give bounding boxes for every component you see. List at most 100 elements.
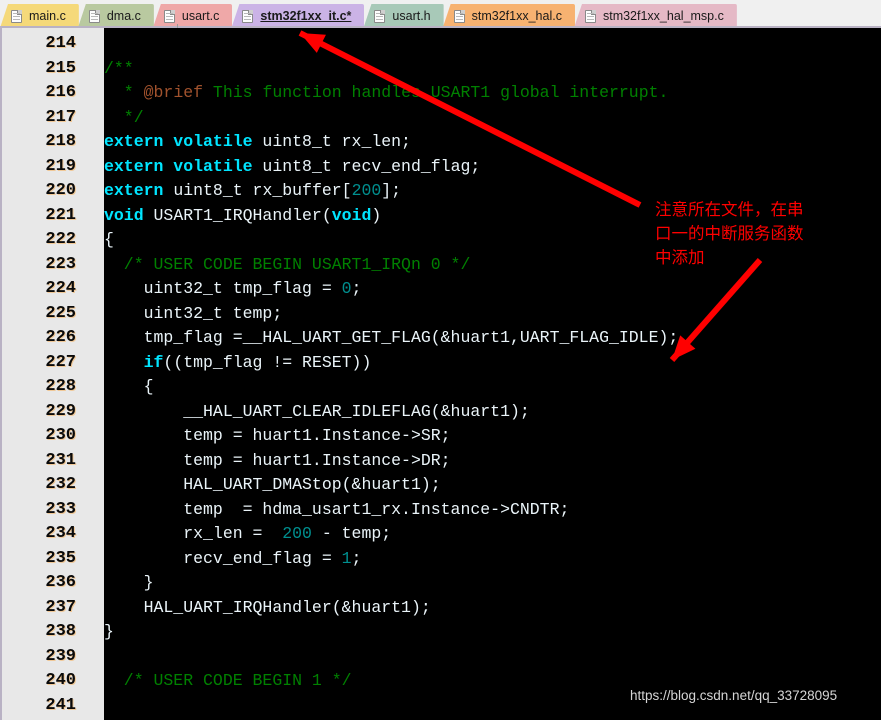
code-line: }: [104, 571, 154, 595]
code-token: HAL_UART_DMAStop(&huart1);: [104, 475, 441, 494]
watermark: https://blog.csdn.net/qq_33728095: [630, 688, 838, 703]
code-token: tmp_flag =__HAL_UART_GET_FLAG(&huart1,UA…: [104, 328, 679, 347]
file-icon: [11, 9, 22, 23]
line-number: 224: [45, 279, 76, 298]
code-token: HAL_UART_IRQHandler(&huart1);: [104, 598, 431, 617]
code-line: extern uint8_t rx_buffer[200];: [104, 179, 401, 203]
line-number: 216: [45, 83, 76, 102]
code-token: - temp;: [311, 524, 392, 543]
editor-tab-usart-c[interactable]: usart.c: [152, 4, 233, 28]
line-number: 214: [45, 34, 76, 53]
code-token: /* USER CODE BEGIN USART1_IRQn 0 */: [104, 255, 471, 274]
line-number: 235: [45, 549, 76, 568]
code-line: /* USER CODE BEGIN USART1_IRQn 0 */: [104, 253, 471, 277]
editor-tab-stm32f1xx-hal-msp-c[interactable]: stm32f1xx_hal_msp.c: [573, 4, 737, 28]
line-number: 231: [45, 451, 76, 470]
line-number: 230: [45, 426, 76, 445]
code-text-area[interactable]: /** * @brief This function handles USART…: [104, 28, 881, 720]
line-number: 237: [45, 598, 76, 617]
code-token: /**: [104, 59, 134, 78]
code-token: 200: [282, 524, 312, 543]
code-token: This function handles USART1 global inte…: [203, 83, 669, 102]
annotation-note: 注意所在文件，在串 口一的中断服务函数 中添加: [655, 200, 804, 267]
code-line: tmp_flag =__HAL_UART_GET_FLAG(&huart1,UA…: [104, 326, 679, 350]
code-line: */: [104, 106, 144, 130]
code-line: {: [104, 375, 154, 399]
line-number: 238: [45, 622, 76, 641]
code-line: uint32_t tmp_flag = 0;: [104, 277, 362, 301]
code-token: extern volatile: [104, 157, 253, 176]
line-number: 223: [45, 255, 76, 274]
code-token: /* USER CODE BEGIN 1 */: [104, 671, 352, 690]
code-line: if((tmp_flag != RESET)): [104, 351, 372, 375]
editor-tab-bar: main.c dma.c usart.c stm32f1xx_it.c* usart.h…: [0, 0, 881, 28]
code-token: __HAL_UART_CLEAR_IDLEFLAG(&huart1);: [104, 402, 530, 421]
editor-tab-main-c[interactable]: main.c: [0, 4, 79, 28]
line-number: 222: [45, 230, 76, 249]
code-line: extern volatile uint8_t rx_len;: [104, 130, 411, 154]
file-icon: [453, 9, 465, 23]
code-line: rx_len = 200 - temp;: [104, 522, 391, 546]
code-line: }: [104, 620, 114, 644]
code-token: 0: [341, 279, 352, 298]
line-number: 229: [45, 402, 76, 421]
file-icon: [584, 9, 596, 23]
line-number: 217: [45, 108, 76, 127]
line-number: 241: [45, 696, 76, 715]
code-token: if: [143, 353, 164, 372]
code-token: 200: [351, 181, 382, 200]
file-icon: [242, 9, 254, 23]
line-number: 232: [45, 475, 76, 494]
editor-tab-label: dma.c: [106, 9, 141, 23]
line-number: 220: [45, 181, 76, 200]
code-token: void: [104, 206, 144, 225]
code-line: HAL_UART_DMAStop(&huart1);: [104, 473, 441, 497]
file-icon: [88, 9, 100, 23]
code-token: ;: [351, 549, 362, 568]
code-token: temp = huart1.Instance->DR;: [104, 451, 451, 470]
file-icon: [374, 9, 386, 23]
fold-margin: [84, 24, 184, 720]
editor-tab-stm32f1xx-hal-c[interactable]: stm32f1xx_hal.c: [442, 4, 575, 28]
code-line: * @brief This function handles USART1 gl…: [104, 81, 669, 105]
line-number: 233: [45, 500, 76, 519]
line-number: 236: [45, 573, 76, 592]
code-token: void: [331, 206, 372, 225]
code-token: temp = hdma_usart1_rx.Instance->CNDTR;: [104, 500, 570, 519]
code-line: {: [104, 228, 114, 252]
line-number: 225: [45, 304, 76, 323]
code-line: __HAL_UART_CLEAR_IDLEFLAG(&huart1);: [104, 400, 530, 424]
code-line: extern volatile uint8_t recv_end_flag;: [104, 155, 480, 179]
code-token: USART1_IRQHandler(: [143, 206, 332, 225]
code-token: *: [104, 83, 144, 102]
code-line: void USART1_IRQHandler(void): [104, 204, 381, 228]
tab-strip: main.c dma.c usart.c stm32f1xx_it.c* usart.h…: [0, 2, 737, 28]
line-number: 228: [45, 377, 76, 396]
code-editor-window: main.c dma.c usart.c stm32f1xx_it.c* usart.h…: [0, 0, 881, 720]
line-number: 226: [45, 328, 76, 347]
line-number: 221: [45, 206, 76, 225]
editor-tab-stm32f1xx-it-c[interactable]: stm32f1xx_it.c*: [231, 4, 365, 28]
code-token: uint32_t tmp_flag =: [104, 279, 342, 298]
code-token: uint32_t temp;: [104, 304, 283, 323]
code-line: uint32_t temp;: [104, 302, 283, 326]
editor-tab-label: usart.h: [392, 9, 431, 23]
code-token: ((tmp_flag != RESET)): [163, 353, 372, 372]
file-icon: [163, 9, 175, 23]
code-token: temp = huart1.Instance->SR;: [104, 426, 451, 445]
code-token: {: [104, 230, 114, 249]
line-number: 215: [45, 59, 76, 78]
editor-tab-usart-h[interactable]: usart.h: [363, 4, 444, 28]
code-token: }: [104, 622, 114, 641]
code-line: /* USER CODE BEGIN 1 */: [104, 669, 352, 693]
editor-tab-dma-c[interactable]: dma.c: [77, 4, 154, 28]
code-token: ): [371, 206, 382, 225]
line-number: 227: [45, 353, 76, 372]
editor-tab-label: usart.c: [181, 9, 220, 23]
code-token: 1: [341, 549, 352, 568]
code-line: HAL_UART_IRQHandler(&huart1);: [104, 596, 431, 620]
code-token: rx_len =: [104, 524, 283, 543]
code-line: temp = huart1.Instance->SR;: [104, 424, 451, 448]
code-token: uint8_t rx_len;: [252, 132, 411, 151]
code-line: /**: [104, 57, 134, 81]
